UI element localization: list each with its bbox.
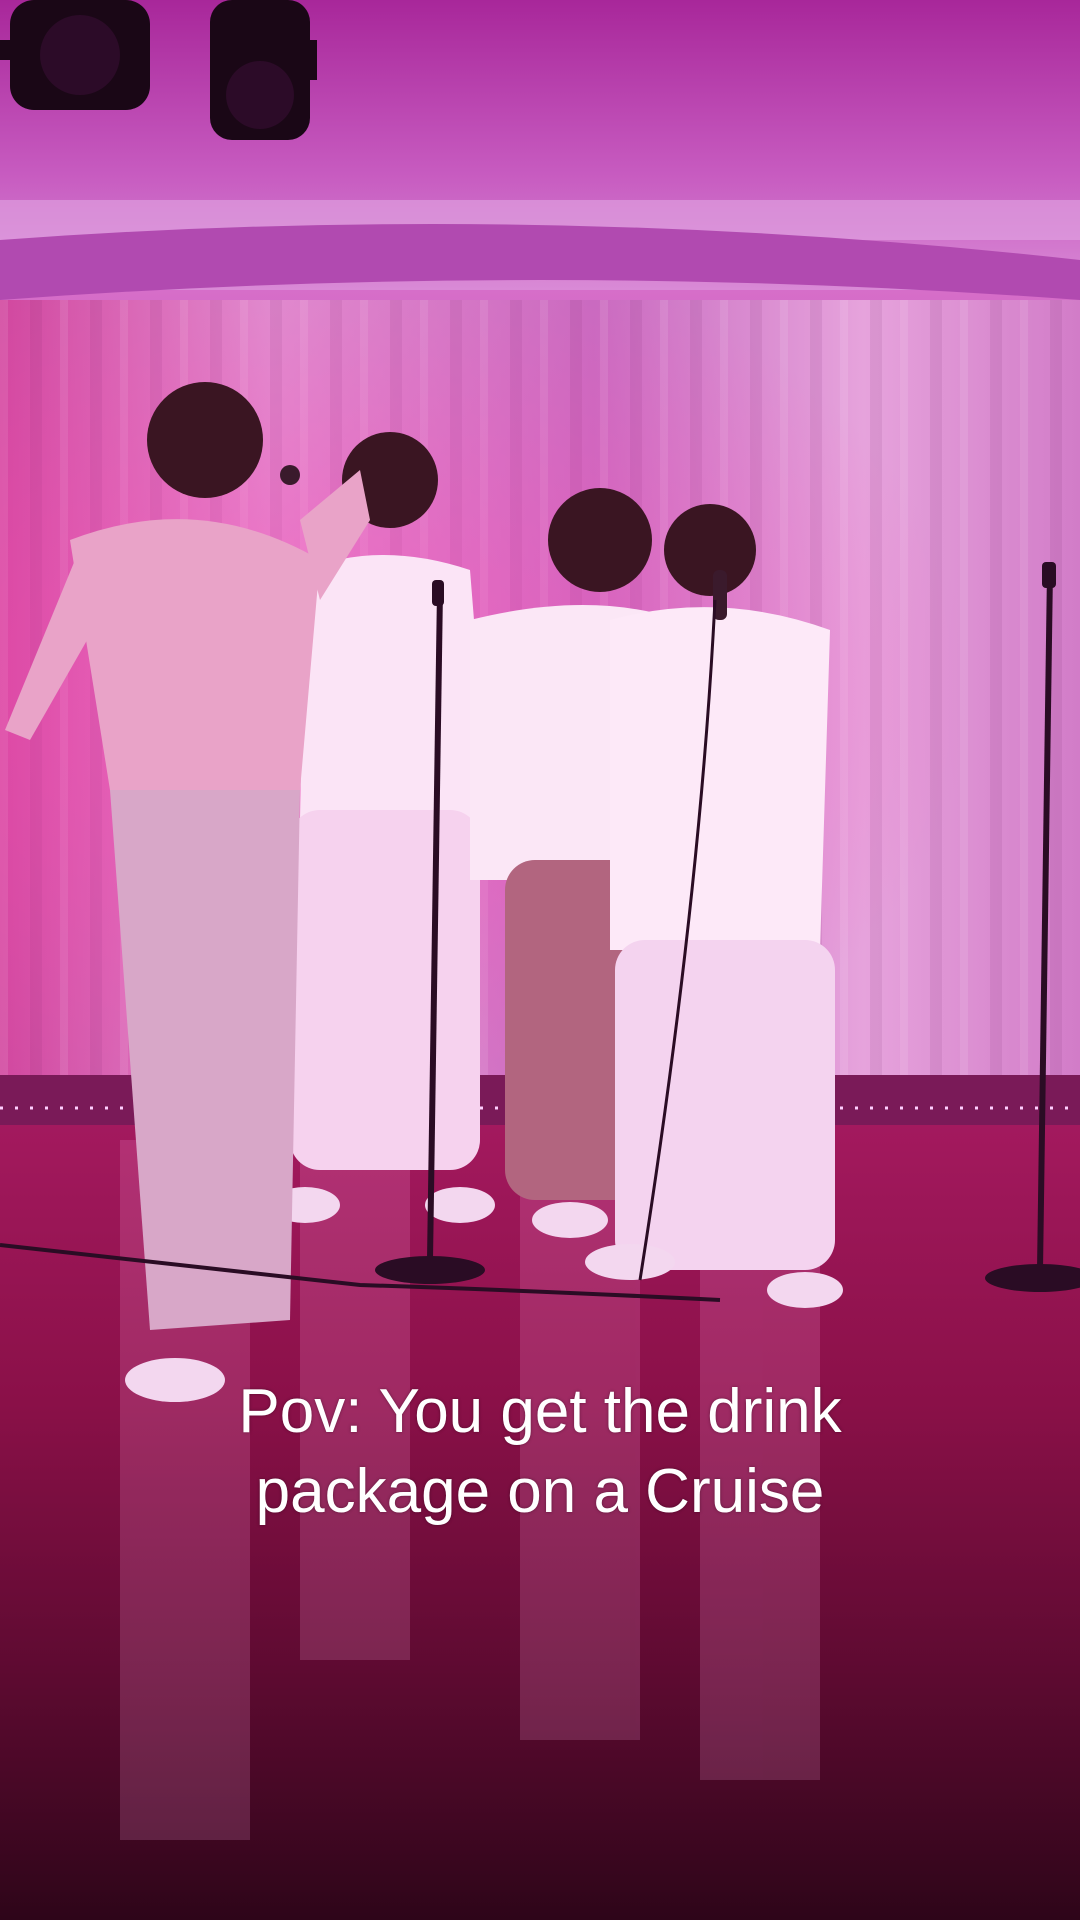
caption-line: package on a Cruise <box>255 1457 825 1526</box>
caption-line: Pov: You get the drink <box>238 1377 842 1446</box>
video-caption: Pov: You get the drink package on a Crui… <box>0 1372 1080 1532</box>
video-frame[interactable]: Pov: You get the drink package on a Crui… <box>0 0 1080 1920</box>
stage-scene <box>0 0 1080 1920</box>
stage-light-icon <box>0 0 150 110</box>
stage-light-icon <box>210 0 317 140</box>
